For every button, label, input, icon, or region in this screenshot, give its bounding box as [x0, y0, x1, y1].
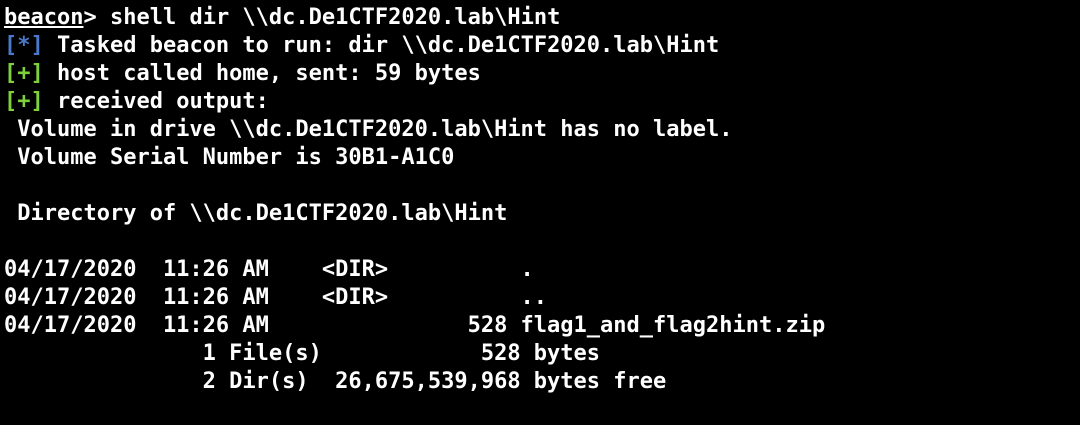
command-prompt-line: beacon> shell dir \\dc.De1CTF2020.lab\Hi…	[4, 4, 1076, 32]
directory-entry: 04/17/2020 11:26 AM <DIR> ..	[4, 285, 548, 310]
success-marker: [+]	[4, 61, 44, 86]
info-marker: [*]	[4, 33, 44, 58]
message-line-received-output: [+] received output:	[4, 88, 1076, 116]
message-line-tasked: [*] Tasked beacon to run: dir \\dc.De1CT…	[4, 32, 1076, 60]
message-line-called-home: [+] host called home, sent: 59 bytes	[4, 60, 1076, 88]
directory-entry: 04/17/2020 11:26 AM 528 flag1_and_flag2h…	[4, 313, 826, 338]
directory-entry: 04/17/2020 11:26 AM <DIR> .	[4, 257, 534, 282]
message-text: Tasked beacon to run: dir \\dc.De1CTF202…	[43, 33, 720, 58]
prompt-name: beacon	[4, 5, 84, 30]
message-text: host called home, sent: 59 bytes	[43, 61, 481, 86]
success-marker: [+]	[4, 89, 44, 114]
terminal-window[interactable]: beacon> shell dir \\dc.De1CTF2020.lab\Hi…	[4, 4, 1076, 421]
command-text: shell dir \\dc.De1CTF2020.lab\Hint	[96, 5, 561, 30]
message-text: received output:	[43, 89, 269, 114]
directory-of-line: Directory of \\dc.De1CTF2020.lab\Hint	[4, 201, 508, 226]
summary-dirs-line: 2 Dir(s) 26,675,539,968 bytes free	[4, 369, 667, 394]
volume-label-line: Volume in drive \\dc.De1CTF2020.lab\Hint…	[4, 117, 733, 142]
volume-serial-line: Volume Serial Number is 30B1-A1C0	[4, 145, 455, 170]
prompt-symbol: >	[83, 5, 97, 30]
summary-files-line: 1 File(s) 528 bytes	[4, 341, 601, 366]
